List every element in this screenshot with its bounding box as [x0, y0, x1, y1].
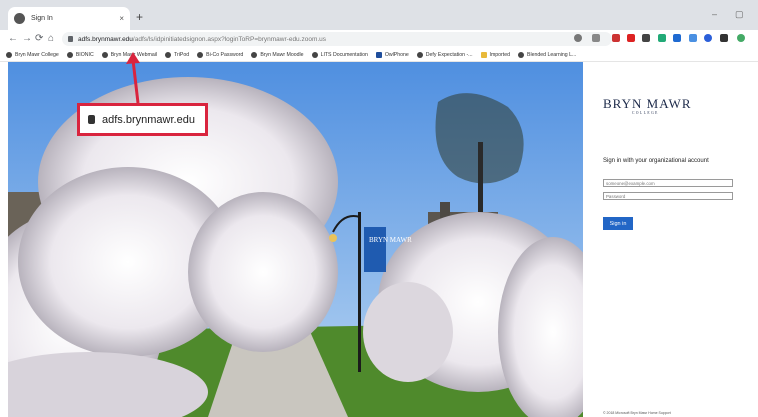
sign-in-button[interactable]: Sign in — [603, 217, 633, 230]
url-callout-box: adfs.brynmawr.edu — [77, 103, 208, 136]
lock-icon — [88, 115, 95, 124]
panel-footer: © 2018 Microsoft Bryn Mawr Home Support — [603, 411, 671, 415]
bryn-mawr-logo: BRYN MAWR — [603, 96, 692, 111]
password-input[interactable] — [603, 192, 733, 200]
signin-heading: Sign in with your organizational account — [603, 158, 709, 164]
email-input[interactable] — [603, 179, 733, 187]
logo-subtitle: COLLEGE — [632, 111, 659, 115]
signin-panel: BRYN MAWR COLLEGE Sign in with your orga… — [583, 62, 758, 417]
callout-url-text: adfs.brynmawr.edu — [102, 113, 195, 126]
